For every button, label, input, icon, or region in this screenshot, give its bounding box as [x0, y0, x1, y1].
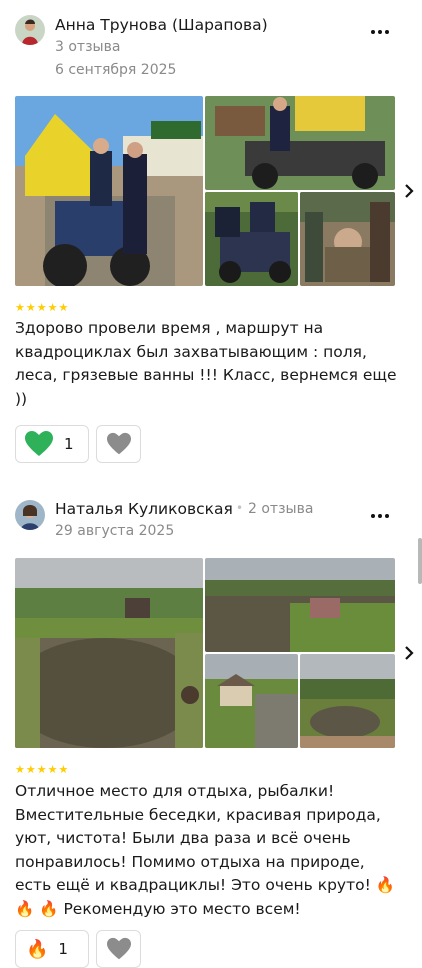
photo[interactable]	[205, 192, 298, 286]
author-name[interactable]: Наталья Куликовская	[55, 500, 233, 518]
photo[interactable]	[15, 96, 203, 286]
fire-icon: 🔥	[26, 938, 49, 960]
rating-stars: ★ ★ ★ ★ ★	[15, 764, 68, 775]
star-icon: ★	[25, 763, 36, 776]
separator-dot: •	[236, 501, 244, 515]
more-options-icon[interactable]	[368, 511, 392, 521]
photo-gallery	[15, 96, 420, 286]
star-icon: ★	[15, 301, 25, 314]
gallery-next-button[interactable]	[398, 96, 420, 286]
scrollbar[interactable]	[418, 538, 422, 584]
review-date: 29 августа 2025	[55, 523, 175, 539]
chevron-right-icon	[405, 184, 414, 198]
review-text: Здорово провели время , маршрут на квадр…	[15, 319, 397, 408]
photo[interactable]	[15, 558, 203, 748]
star-icon: ★	[36, 301, 47, 314]
gallery-next-button[interactable]	[398, 558, 420, 748]
dislike-button[interactable]	[96, 930, 141, 968]
avatar[interactable]	[15, 15, 45, 45]
photo[interactable]	[300, 192, 395, 286]
heart-icon	[106, 937, 131, 960]
chevron-right-icon	[405, 646, 414, 660]
star-icon: ★	[47, 763, 58, 776]
rating-stars: ★ ★ ★ ★ ★	[15, 302, 68, 313]
green-heart-icon	[25, 431, 53, 456]
heart-icon	[106, 432, 131, 455]
photo-gallery	[15, 558, 420, 748]
photo[interactable]	[205, 96, 395, 190]
reviews-count[interactable]: 2 отзыва	[248, 501, 313, 517]
avatar[interactable]	[15, 500, 45, 530]
star-icon: ★	[58, 763, 69, 776]
star-icon: ★	[47, 301, 58, 314]
author-name[interactable]: Анна Трунова (Шарапова)	[55, 16, 268, 34]
like-count: 1	[58, 940, 68, 958]
star-icon: ★	[15, 763, 25, 776]
photo[interactable]	[205, 558, 395, 652]
like-count: 1	[64, 435, 74, 453]
review-date: 6 сентября 2025	[55, 62, 177, 78]
review-text: Отличное место для отдыха, рыбалки! Вмес…	[15, 782, 396, 918]
dislike-button[interactable]	[96, 425, 141, 463]
photo[interactable]	[300, 654, 395, 748]
star-icon: ★	[25, 301, 36, 314]
more-options-icon[interactable]	[368, 27, 392, 37]
photo[interactable]	[205, 654, 298, 748]
reviews-count[interactable]: 3 отзыва	[55, 39, 120, 55]
star-icon: ★	[36, 763, 47, 776]
like-button[interactable]: 1	[15, 425, 89, 463]
like-button[interactable]: 🔥 1	[15, 930, 89, 968]
star-icon: ★	[58, 301, 69, 314]
